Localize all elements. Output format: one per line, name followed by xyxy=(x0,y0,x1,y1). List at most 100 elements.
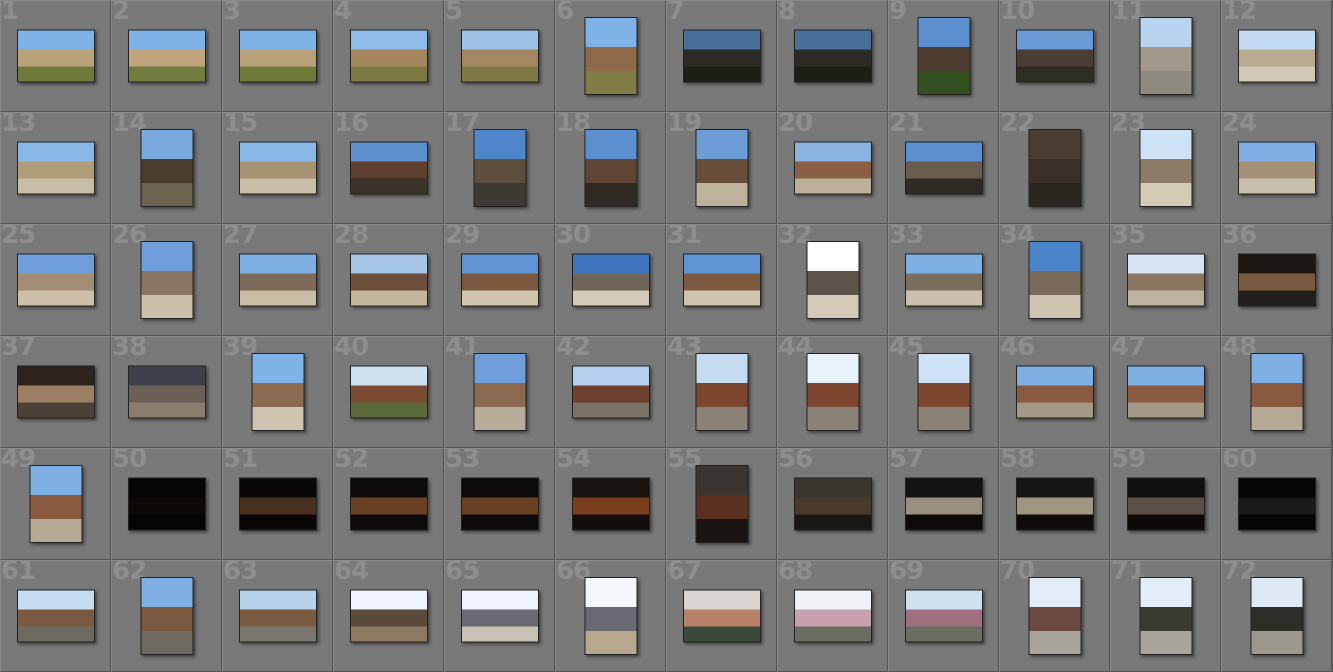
photo-thumbnail[interactable] xyxy=(238,29,317,83)
photo-thumbnail[interactable] xyxy=(460,253,539,307)
photo-thumbnail[interactable] xyxy=(1139,577,1192,655)
photo-cell[interactable]: 71 xyxy=(1110,560,1221,672)
photo-thumbnail[interactable] xyxy=(584,129,637,207)
photo-thumbnail[interactable] xyxy=(349,589,428,643)
photo-cell[interactable]: 36 xyxy=(1221,224,1332,336)
photo-cell[interactable]: 70 xyxy=(999,560,1110,672)
photo-thumbnail[interactable] xyxy=(806,241,859,319)
photo-cell[interactable]: 30 xyxy=(555,224,666,336)
photo-thumbnail[interactable] xyxy=(238,141,317,195)
photo-cell[interactable]: 58 xyxy=(999,448,1110,560)
photo-cell[interactable]: 46 xyxy=(999,336,1110,448)
photo-thumbnail[interactable] xyxy=(140,241,193,319)
photo-cell[interactable]: 4 xyxy=(333,0,444,112)
photo-cell[interactable]: 8 xyxy=(777,0,888,112)
photo-thumbnail[interactable] xyxy=(349,29,428,83)
photo-cell[interactable]: 56 xyxy=(777,448,888,560)
photo-thumbnail[interactable] xyxy=(16,253,95,307)
photo-cell[interactable]: 1 xyxy=(0,0,111,112)
photo-cell[interactable]: 6 xyxy=(555,0,666,112)
photo-cell[interactable]: 16 xyxy=(333,112,444,224)
photo-thumbnail[interactable] xyxy=(127,477,206,531)
photo-cell[interactable]: 59 xyxy=(1110,448,1221,560)
photo-cell[interactable]: 32 xyxy=(777,224,888,336)
photo-thumbnail[interactable] xyxy=(682,589,761,643)
photo-thumbnail[interactable] xyxy=(1015,477,1094,531)
photo-thumbnail[interactable] xyxy=(904,141,983,195)
photo-thumbnail[interactable] xyxy=(473,129,526,207)
photo-thumbnail[interactable] xyxy=(251,353,304,431)
photo-thumbnail[interactable] xyxy=(238,253,317,307)
photo-thumbnail[interactable] xyxy=(695,465,748,543)
photo-thumbnail[interactable] xyxy=(571,477,650,531)
photo-cell[interactable]: 33 xyxy=(888,224,999,336)
photo-cell[interactable]: 28 xyxy=(333,224,444,336)
photo-thumbnail[interactable] xyxy=(584,577,637,655)
photo-thumbnail[interactable] xyxy=(349,477,428,531)
photo-cell[interactable]: 5 xyxy=(444,0,555,112)
photo-cell[interactable]: 25 xyxy=(0,224,111,336)
photo-cell[interactable]: 42 xyxy=(555,336,666,448)
photo-thumbnail[interactable] xyxy=(917,353,970,431)
photo-cell[interactable]: 20 xyxy=(777,112,888,224)
photo-cell[interactable]: 51 xyxy=(222,448,333,560)
photo-cell[interactable]: 44 xyxy=(777,336,888,448)
photo-cell[interactable]: 21 xyxy=(888,112,999,224)
photo-cell[interactable]: 24 xyxy=(1221,112,1332,224)
photo-thumbnail[interactable] xyxy=(1237,141,1316,195)
photo-thumbnail[interactable] xyxy=(1028,577,1081,655)
photo-thumbnail[interactable] xyxy=(682,253,761,307)
photo-thumbnail[interactable] xyxy=(29,465,82,543)
photo-thumbnail[interactable] xyxy=(695,353,748,431)
photo-cell[interactable]: 60 xyxy=(1221,448,1332,560)
photo-cell[interactable]: 66 xyxy=(555,560,666,672)
photo-cell[interactable]: 55 xyxy=(666,448,777,560)
photo-cell[interactable]: 72 xyxy=(1221,560,1332,672)
photo-cell[interactable]: 43 xyxy=(666,336,777,448)
photo-thumbnail[interactable] xyxy=(917,17,970,95)
photo-cell[interactable]: 39 xyxy=(222,336,333,448)
photo-thumbnail[interactable] xyxy=(1126,365,1205,419)
photo-cell[interactable]: 64 xyxy=(333,560,444,672)
photo-cell[interactable]: 37 xyxy=(0,336,111,448)
photo-cell[interactable]: 63 xyxy=(222,560,333,672)
photo-cell[interactable]: 61 xyxy=(0,560,111,672)
photo-cell[interactable]: 45 xyxy=(888,336,999,448)
photo-thumbnail[interactable] xyxy=(793,477,872,531)
photo-thumbnail[interactable] xyxy=(1126,253,1205,307)
photo-cell[interactable]: 9 xyxy=(888,0,999,112)
photo-cell[interactable]: 38 xyxy=(111,336,222,448)
photo-cell[interactable]: 17 xyxy=(444,112,555,224)
photo-cell[interactable]: 57 xyxy=(888,448,999,560)
photo-cell[interactable]: 49 xyxy=(0,448,111,560)
photo-cell[interactable]: 34 xyxy=(999,224,1110,336)
photo-thumbnail[interactable] xyxy=(571,253,650,307)
photo-cell[interactable]: 12 xyxy=(1221,0,1332,112)
photo-cell[interactable]: 15 xyxy=(222,112,333,224)
photo-thumbnail[interactable] xyxy=(16,141,95,195)
photo-cell[interactable]: 52 xyxy=(333,448,444,560)
photo-thumbnail[interactable] xyxy=(140,577,193,655)
photo-thumbnail[interactable] xyxy=(349,253,428,307)
photo-cell[interactable]: 11 xyxy=(1110,0,1221,112)
photo-thumbnail[interactable] xyxy=(460,589,539,643)
photo-thumbnail[interactable] xyxy=(140,129,193,207)
photo-thumbnail[interactable] xyxy=(695,129,748,207)
photo-thumbnail[interactable] xyxy=(682,29,761,83)
photo-cell[interactable]: 13 xyxy=(0,112,111,224)
photo-cell[interactable]: 3 xyxy=(222,0,333,112)
photo-cell[interactable]: 54 xyxy=(555,448,666,560)
photo-thumbnail[interactable] xyxy=(238,589,317,643)
photo-cell[interactable]: 18 xyxy=(555,112,666,224)
photo-cell[interactable]: 41 xyxy=(444,336,555,448)
photo-cell[interactable]: 23 xyxy=(1110,112,1221,224)
photo-thumbnail[interactable] xyxy=(349,365,428,419)
photo-cell[interactable]: 67 xyxy=(666,560,777,672)
photo-thumbnail[interactable] xyxy=(238,477,317,531)
photo-cell[interactable]: 65 xyxy=(444,560,555,672)
photo-cell[interactable]: 48 xyxy=(1221,336,1332,448)
photo-cell[interactable]: 68 xyxy=(777,560,888,672)
photo-thumbnail[interactable] xyxy=(1250,577,1303,655)
photo-cell[interactable]: 10 xyxy=(999,0,1110,112)
photo-cell[interactable]: 26 xyxy=(111,224,222,336)
